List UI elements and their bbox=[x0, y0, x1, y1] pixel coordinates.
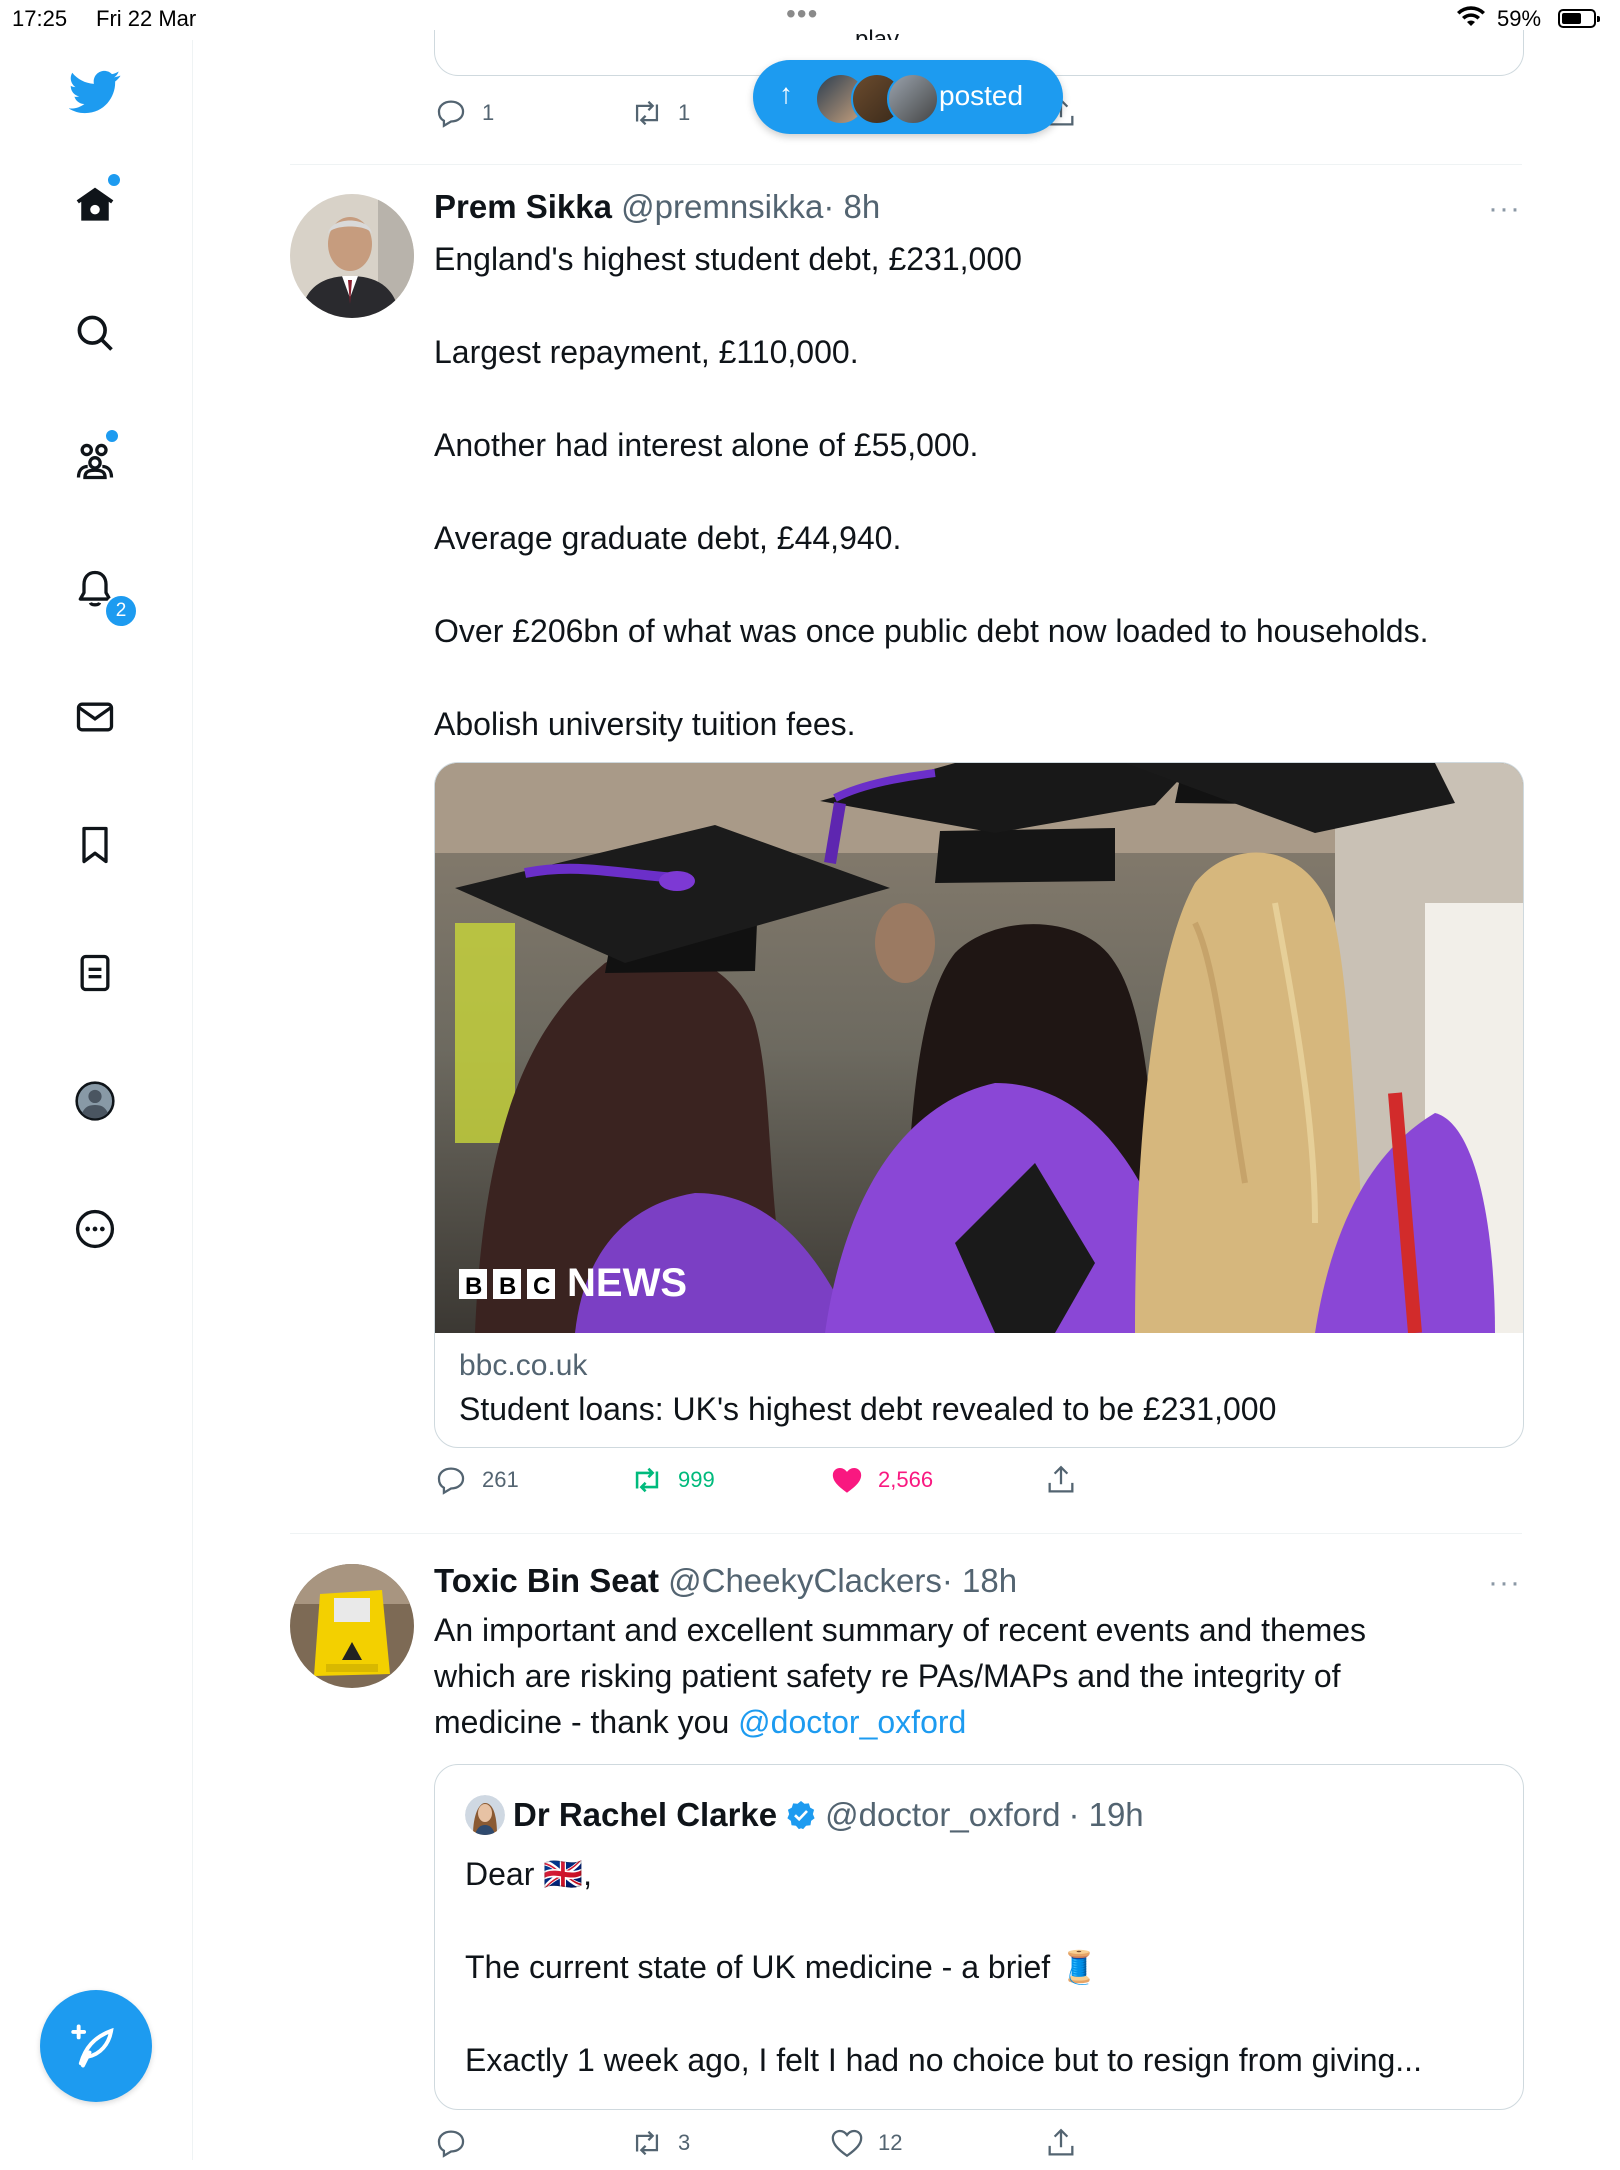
timeline-feed: play 1 1 ↑ posted bbox=[290, 0, 1524, 2160]
like-count: 12 bbox=[878, 2130, 903, 2155]
link-title: Student loans: UK's highest debt reveale… bbox=[459, 1391, 1277, 1427]
tweet-actions: 261 999 2,566 bbox=[434, 1463, 1134, 1507]
avatar[interactable] bbox=[290, 1564, 414, 1688]
quoted-line: Dear 🇬🇧, bbox=[465, 1856, 592, 1892]
author-handle[interactable]: @premnsikka bbox=[621, 188, 823, 225]
avatar[interactable] bbox=[290, 194, 414, 318]
notifications-badge: 2 bbox=[104, 594, 138, 628]
tweet-line: which are risking patient safety re PAs/… bbox=[434, 1658, 1341, 1694]
bbc-letter: C bbox=[533, 1273, 550, 1300]
quoted-author-name[interactable]: Dr Rachel Clarke bbox=[513, 1796, 777, 1834]
like-count: 2,566 bbox=[878, 1467, 934, 1492]
tweet-line-text: medicine - thank you bbox=[434, 1704, 739, 1740]
lists-icon[interactable] bbox=[60, 938, 130, 1008]
share-button[interactable] bbox=[1044, 1463, 1078, 1497]
retweet-icon bbox=[635, 2130, 659, 2156]
quoted-tweet-header: Dr Rachel Clarke @doctor_oxford · 19h bbox=[465, 1795, 1144, 1835]
quoted-line: The current state of UK medicine - a bri… bbox=[465, 1949, 1099, 1985]
quoted-line: Exactly 1 week ago, I felt I had no choi… bbox=[465, 2042, 1422, 2078]
share-icon bbox=[1048, 1465, 1074, 1493]
retweet-count: 999 bbox=[678, 1467, 715, 1492]
reply-button[interactable] bbox=[434, 2126, 482, 2160]
tweet-divider bbox=[290, 164, 1522, 165]
reply-count: 261 bbox=[482, 1467, 519, 1492]
graduation-image: B B C NEWS bbox=[435, 763, 1523, 1333]
search-icon[interactable] bbox=[60, 298, 130, 368]
tweet-line: Average graduate debt, £44,940. bbox=[434, 520, 902, 556]
tweet-header: Prem Sikka @premnsikka· 8h bbox=[434, 188, 880, 226]
compose-feather-icon bbox=[71, 2024, 114, 2068]
sidebar-nav: 2 bbox=[0, 40, 193, 2160]
bbc-news-wordmark: NEWS bbox=[567, 1261, 687, 1305]
quoted-author-avatar[interactable] bbox=[465, 1795, 505, 1835]
heart-icon bbox=[832, 1467, 862, 1493]
tweet-header: Toxic Bin Seat @CheekyClackers· 18h bbox=[434, 1562, 1017, 1600]
tweet-time[interactable]: · 18h bbox=[942, 1562, 1017, 1599]
retweet-button[interactable]: 999 bbox=[630, 1463, 715, 1497]
compose-tweet-button[interactable] bbox=[40, 1990, 152, 2102]
battery-icon bbox=[1558, 9, 1600, 28]
tweet-line: An important and excellent summary of re… bbox=[434, 1612, 1367, 1648]
messages-envelope-icon[interactable] bbox=[60, 682, 130, 752]
retweet-button[interactable]: 1 bbox=[630, 96, 690, 130]
like-button[interactable]: 12 bbox=[830, 2126, 902, 2160]
retweet-count: 3 bbox=[678, 2130, 691, 2155]
home-unread-dot bbox=[106, 172, 122, 188]
share-icon bbox=[1048, 2128, 1074, 2156]
like-button[interactable]: 2,566 bbox=[830, 1463, 933, 1497]
author-handle[interactable]: @CheekyClackers bbox=[668, 1562, 942, 1599]
tweet-actions: 3 12 bbox=[434, 2126, 1134, 2170]
quoted-tweet-text: Dear 🇬🇧, The current state of UK medicin… bbox=[465, 1851, 1495, 2083]
tweet-more-icon[interactable]: ··· bbox=[1488, 1566, 1521, 1600]
quoted-tweet-time[interactable]: · 19h bbox=[1068, 1796, 1143, 1834]
retweet-button[interactable]: 3 bbox=[630, 2126, 690, 2160]
reply-icon bbox=[437, 1467, 465, 1495]
link-preview-card[interactable]: B B C NEWS bbc.co.uk Student loans: UK's… bbox=[434, 762, 1524, 1448]
tweet-text: England's highest student debt, £231,000… bbox=[434, 236, 1524, 747]
tweet-line: Another had interest alone of £55,000. bbox=[434, 427, 979, 463]
quoted-tweet[interactable]: Dr Rachel Clarke @doctor_oxford · 19h Dea… bbox=[434, 1764, 1524, 2110]
author-name[interactable]: Prem Sikka bbox=[434, 188, 612, 225]
reply-button[interactable]: 261 bbox=[434, 1463, 519, 1497]
retweet-count: 1 bbox=[678, 100, 691, 125]
retweet-icon bbox=[635, 1467, 659, 1493]
more-options-icon[interactable] bbox=[60, 1194, 130, 1264]
reply-icon bbox=[437, 2130, 465, 2158]
bbc-letter: B bbox=[465, 1273, 482, 1300]
tweet-time[interactable]: · 8h bbox=[823, 188, 880, 225]
tweet-divider bbox=[290, 1533, 1522, 1534]
reply-icon bbox=[437, 100, 465, 128]
reply-button[interactable]: 1 bbox=[434, 96, 494, 130]
arrow-up-icon: ↑ bbox=[779, 78, 793, 109]
link-domain: bbc.co.uk bbox=[459, 1349, 588, 1382]
heart-icon bbox=[831, 2129, 863, 2158]
bookmark-icon[interactable] bbox=[60, 810, 130, 880]
quoted-author-handle[interactable]: @doctor_oxford bbox=[825, 1796, 1060, 1834]
tweet-line: Abolish university tuition fees. bbox=[434, 706, 856, 742]
tweet-line: Over £206bn of what was once public debt… bbox=[434, 613, 1429, 649]
tweet-line: England's highest student debt, £231,000 bbox=[434, 241, 1022, 277]
posted-avatar bbox=[887, 73, 939, 125]
communities-unread-dot bbox=[104, 428, 120, 444]
author-name[interactable]: Toxic Bin Seat bbox=[434, 1562, 659, 1599]
twitter-logo-icon[interactable] bbox=[60, 56, 130, 126]
new-posts-pill[interactable]: ↑ posted bbox=[753, 60, 1063, 134]
tweet-line: Largest repayment, £110,000. bbox=[434, 334, 859, 370]
profile-avatar-icon[interactable] bbox=[60, 1066, 130, 1136]
retweet-icon bbox=[635, 100, 659, 126]
reply-count: 1 bbox=[482, 100, 495, 125]
tweet-text: An important and excellent summary of re… bbox=[434, 1607, 1524, 1745]
bbc-letter: B bbox=[499, 1273, 516, 1300]
status-time: 17:25 bbox=[12, 6, 68, 31]
new-posts-label: posted bbox=[939, 80, 1024, 111]
tweet-line: medicine - thank you @doctor_oxford bbox=[434, 1699, 1524, 1745]
share-button[interactable] bbox=[1044, 2126, 1078, 2160]
mention-link[interactable]: @doctor_oxford bbox=[738, 1704, 966, 1740]
tweet-more-icon[interactable]: ··· bbox=[1488, 192, 1521, 226]
verified-badge-icon bbox=[787, 1801, 815, 1830]
status-date: Fri 22 Mar bbox=[96, 6, 197, 31]
